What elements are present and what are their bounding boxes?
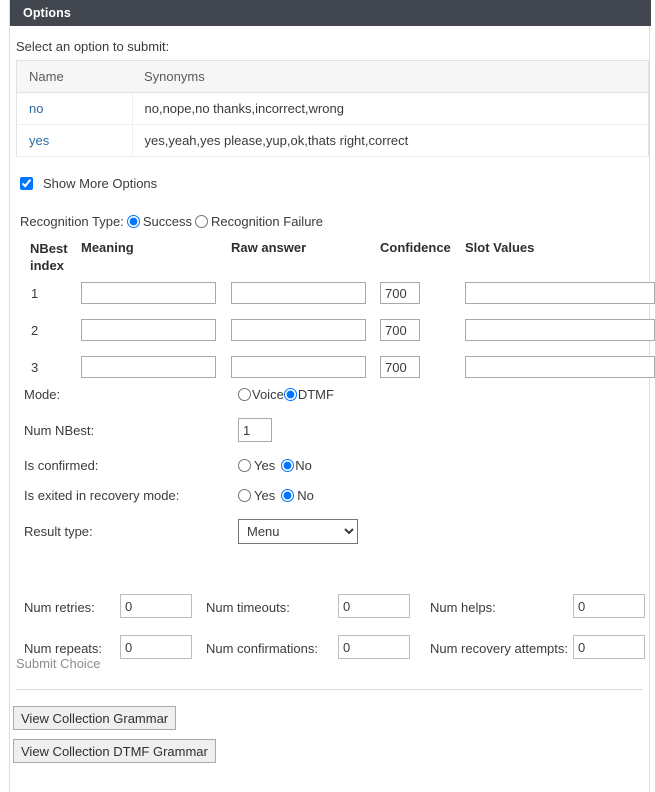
- is-confirmed-radio-yes[interactable]: [238, 459, 251, 472]
- num-recovery-attempts-input[interactable]: [573, 635, 645, 659]
- nbest-header-index-line2: index: [30, 258, 64, 273]
- is-exited-recovery-radio-group: Yes No: [238, 488, 314, 503]
- recognition-type-radio-failure[interactable]: [194, 215, 208, 228]
- select-option-instruction: Select an option to submit:: [16, 39, 170, 54]
- nbest-row-1: 1: [10, 282, 655, 304]
- table-cell-name: no: [16, 92, 133, 125]
- section-divider: [16, 689, 643, 690]
- nbest-raw-answer-input-3[interactable]: [231, 356, 366, 378]
- mode-radio-voice[interactable]: [238, 388, 251, 401]
- num-confirmations-input[interactable]: [338, 635, 410, 659]
- submit-choice-link[interactable]: Submit Choice: [16, 656, 101, 671]
- nbest-slot-values-input-2[interactable]: [465, 319, 655, 341]
- nbest-index-1: 1: [31, 286, 39, 301]
- mode-radio-group: Voice DTMF: [238, 387, 334, 402]
- options-table: Name Synonyms no no,nope,no thanks,incor…: [16, 60, 649, 157]
- nbest-row-3: 3: [10, 356, 655, 378]
- is-exited-recovery-option-no[interactable]: No: [297, 488, 314, 503]
- num-helps-label: Num helps:: [430, 600, 496, 615]
- result-type-select[interactable]: Menu: [238, 519, 358, 544]
- nbest-index-2: 2: [31, 323, 39, 338]
- recognition-type-option-failure[interactable]: Recognition Failure: [211, 214, 323, 229]
- panel-title: Options: [10, 0, 651, 26]
- nbest-confidence-input-1[interactable]: [380, 282, 420, 304]
- nbest-raw-answer-input-2[interactable]: [231, 319, 366, 341]
- mode-radio-dtmf[interactable]: [283, 388, 297, 401]
- num-retries-input[interactable]: [120, 594, 192, 618]
- nbest-meaning-input-3[interactable]: [81, 356, 216, 378]
- nbest-header-meaning: Meaning: [81, 240, 134, 255]
- nbest-header-index: NBest index: [30, 240, 76, 274]
- panel-body: Select an option to submit: Name Synonym…: [10, 26, 655, 792]
- is-confirmed-radio-no[interactable]: [281, 459, 295, 472]
- recognition-type-row: Recognition Type: Success Recognition Fa…: [20, 214, 323, 229]
- show-more-options-label[interactable]: Show More Options: [43, 176, 157, 191]
- mode-option-dtmf[interactable]: DTMF: [298, 387, 334, 402]
- recognition-type-option-success[interactable]: Success: [143, 214, 192, 229]
- nbest-meaning-input-1[interactable]: [81, 282, 216, 304]
- is-exited-recovery-label: Is exited in recovery mode:: [24, 488, 180, 503]
- is-confirmed-radio-group: Yes No: [238, 458, 312, 473]
- show-more-options-checkbox[interactable]: [20, 177, 33, 190]
- num-nbest-control: [238, 418, 272, 442]
- table-cell-name: yes: [16, 124, 133, 157]
- num-confirmations-label: Num confirmations:: [206, 641, 318, 656]
- recognition-type-label: Recognition Type:: [20, 214, 124, 229]
- result-type-label: Result type:: [24, 524, 93, 539]
- is-exited-recovery-option-yes[interactable]: Yes: [254, 488, 275, 503]
- num-repeats-input[interactable]: [120, 635, 192, 659]
- table-row: no no,nope,no thanks,incorrect,wrong: [16, 92, 649, 125]
- num-timeouts-input[interactable]: [338, 594, 410, 618]
- is-confirmed-option-yes[interactable]: Yes: [254, 458, 275, 473]
- table-cell-synonyms: yes,yeah,yes please,yup,ok,thats right,c…: [132, 124, 649, 157]
- num-nbest-label: Num NBest:: [24, 423, 95, 438]
- mode-option-voice[interactable]: Voice: [252, 387, 284, 402]
- column-header-name: Name: [16, 60, 132, 93]
- nbest-confidence-input-3[interactable]: [380, 356, 420, 378]
- nbest-slot-values-input-1[interactable]: [465, 282, 655, 304]
- num-nbest-input[interactable]: [238, 418, 272, 442]
- num-timeouts-label: Num timeouts:: [206, 600, 290, 615]
- num-helps-input[interactable]: [573, 594, 645, 618]
- nbest-raw-answer-input-1[interactable]: [231, 282, 366, 304]
- is-exited-recovery-radio-yes[interactable]: [238, 489, 251, 502]
- show-more-options-row: Show More Options: [20, 176, 157, 191]
- num-retries-label: Num retries:: [24, 600, 95, 615]
- table-row: yes yes,yeah,yes please,yup,ok,thats rig…: [16, 124, 649, 157]
- option-link-yes[interactable]: yes: [29, 133, 49, 148]
- num-recovery-attempts-label: Num recovery attempts:: [430, 641, 568, 656]
- nbest-meaning-input-2[interactable]: [81, 319, 216, 341]
- option-link-no[interactable]: no: [29, 101, 43, 116]
- nbest-header-raw-answer: Raw answer: [231, 240, 307, 255]
- is-confirmed-label: Is confirmed:: [24, 458, 99, 473]
- nbest-slot-values-input-3[interactable]: [465, 356, 655, 378]
- view-collection-grammar-button[interactable]: View Collection Grammar: [13, 706, 177, 730]
- nbest-row-2: 2: [10, 319, 655, 341]
- result-type-control: Menu: [238, 519, 358, 544]
- nbest-header-confidence: Confidence: [380, 240, 451, 255]
- table-header-row: Name Synonyms: [16, 60, 649, 93]
- mode-label: Mode:: [24, 387, 61, 402]
- table-cell-synonyms: no,nope,no thanks,incorrect,wrong: [132, 92, 649, 125]
- view-collection-dtmf-grammar-button[interactable]: View Collection DTMF Grammar: [13, 739, 216, 763]
- nbest-header-index-line1: NBest: [30, 241, 68, 256]
- is-confirmed-option-no[interactable]: No: [295, 458, 312, 473]
- nbest-header-slot-values: Slot Values: [465, 240, 535, 255]
- recognition-type-radio-success[interactable]: [126, 215, 140, 228]
- options-panel: Options Select an option to submit: Name…: [9, 0, 655, 792]
- nbest-index-3: 3: [31, 360, 39, 375]
- column-header-synonyms: Synonyms: [132, 60, 649, 93]
- is-exited-recovery-radio-no[interactable]: [281, 489, 295, 502]
- num-repeats-label: Num repeats:: [24, 641, 103, 656]
- nbest-confidence-input-2[interactable]: [380, 319, 420, 341]
